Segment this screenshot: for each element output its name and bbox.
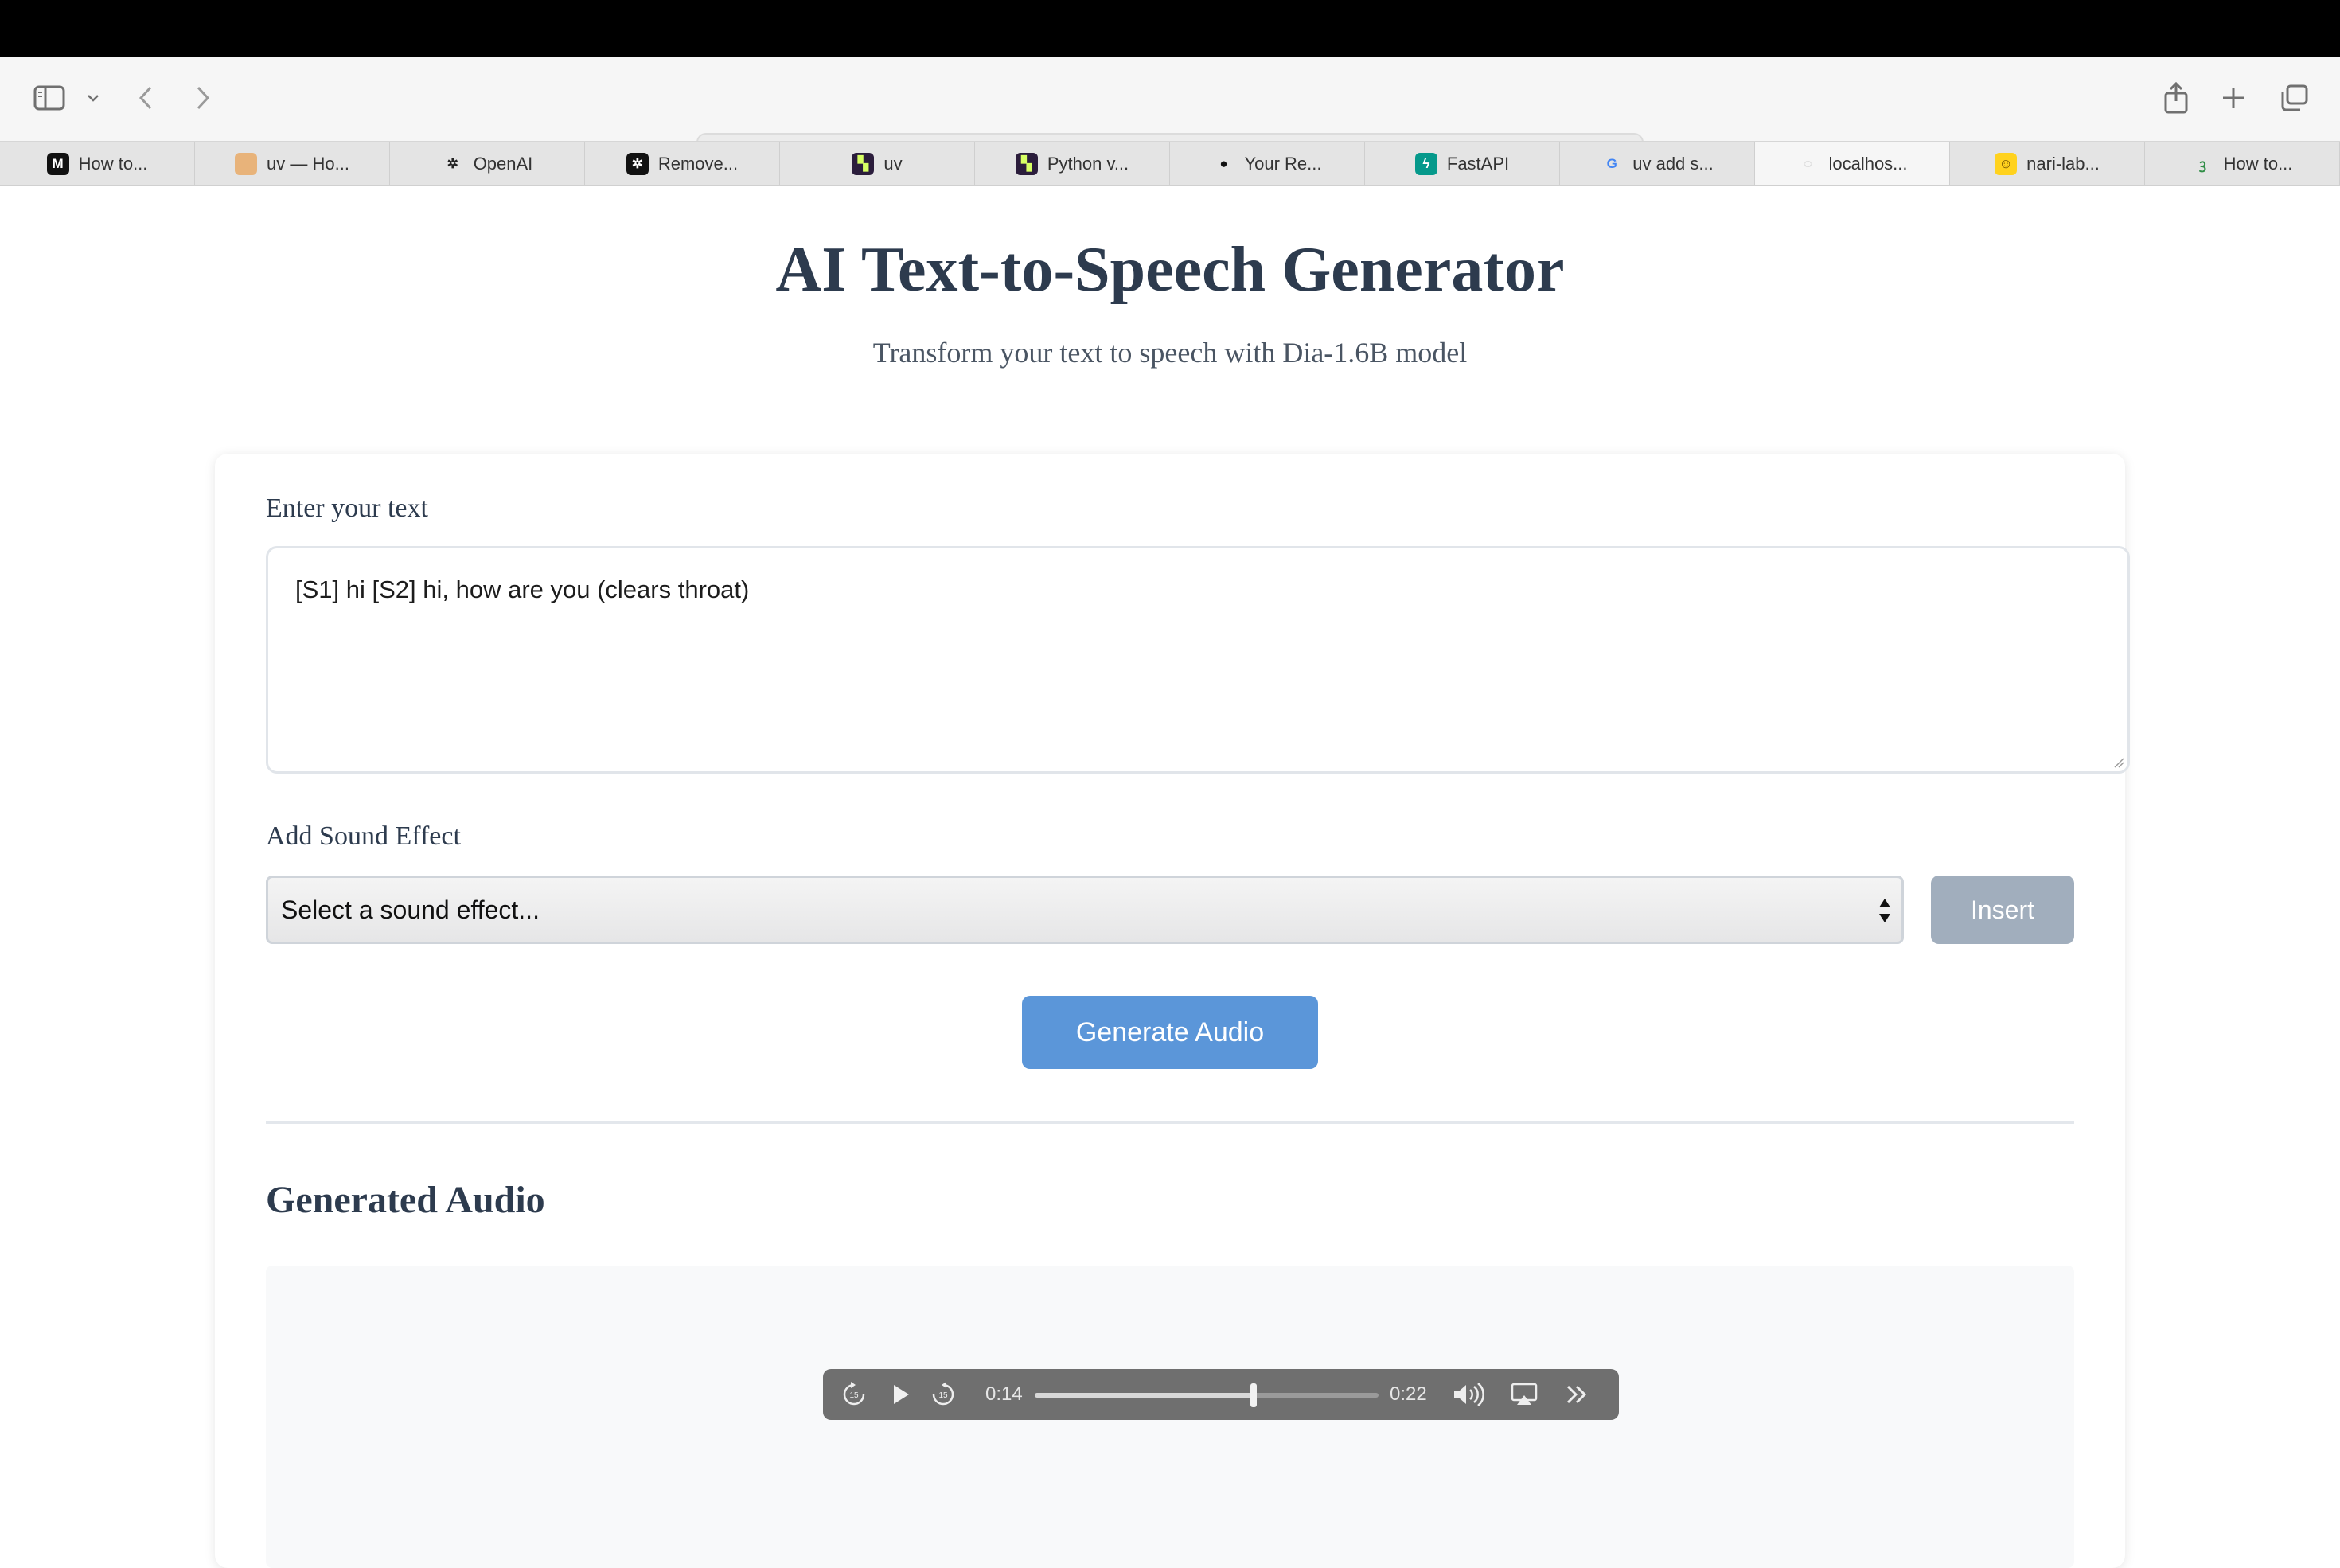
browser-tab[interactable]: uv — Ho... <box>195 142 390 185</box>
generated-audio-heading: Generated Audio <box>266 1179 545 1221</box>
audio-output-panel: 15 15 0:14 0:22 <box>266 1266 2074 1568</box>
browser-tab[interactable]: M How to... <box>0 142 195 185</box>
browser-tab-label: localhos... <box>1828 153 1908 174</box>
svg-text:15: 15 <box>938 1391 948 1400</box>
svg-text:15: 15 <box>849 1391 859 1400</box>
play-icon[interactable] <box>887 1381 914 1408</box>
openai-dark-icon: ✲ <box>626 152 649 175</box>
browser-tab-label: Python v... <box>1047 153 1129 174</box>
browser-tab-label: uv add s... <box>1632 153 1714 174</box>
browser-tab[interactable]: ▚ Python v... <box>975 142 1170 185</box>
browser-tab[interactable]: ✲ OpenAI <box>390 142 585 185</box>
browser-tab[interactable]: Guv add s... <box>1560 142 1755 185</box>
skip-back-15-icon[interactable]: 15 <box>840 1381 868 1408</box>
google-icon: G <box>1601 152 1624 175</box>
page-title: AI Text-to-Speech Generator <box>775 235 1565 305</box>
browser-tab[interactable]: ϟ FastAPI <box>1365 142 1560 185</box>
openai-icon: ✲ <box>441 152 464 175</box>
skip-forward-15-icon[interactable]: 15 <box>930 1381 957 1408</box>
browser-tab-label: How to... <box>2223 153 2293 174</box>
huggingface-icon: ☺ <box>1995 152 2018 175</box>
page-subtitle: Transform your text to speech with Dia-1… <box>872 337 1468 369</box>
airplay-icon[interactable] <box>1511 1381 1538 1408</box>
resize-handle-icon[interactable] <box>2112 755 2124 768</box>
astral-icon: ▚ <box>1015 152 1038 175</box>
browser-tab[interactable]: ● Your Re... <box>1170 142 1365 185</box>
astral-icon: ▚ <box>852 152 875 175</box>
browser-tab[interactable]: ▚ uv <box>780 142 975 185</box>
chevron-down-icon[interactable] <box>83 77 103 119</box>
text-input[interactable]: [S1] hi [S2] hi, how are you (clears thr… <box>266 546 2130 774</box>
section-divider <box>266 1121 2074 1124</box>
browser-tab-label: Your Re... <box>1244 153 1322 174</box>
insert-button[interactable]: Insert <box>1931 876 2074 944</box>
seek-bar-progress <box>1035 1393 1254 1398</box>
browser-tab[interactable]: ꝫ How to... <box>2145 142 2340 185</box>
select-arrows-icon <box>1879 899 1890 922</box>
duration: 0:22 <box>1390 1383 1427 1405</box>
browser-tab[interactable]: ◌ localhos... <box>1755 142 1950 185</box>
forward-icon[interactable] <box>191 77 215 119</box>
browser-tab-label: FastAPI <box>1446 153 1510 174</box>
browser-tab-label: OpenAI <box>473 153 533 174</box>
more-options-icon[interactable] <box>1563 1381 1590 1408</box>
browser-tab[interactable]: ✲ Remove... <box>585 142 780 185</box>
text-input-label: Enter your text <box>266 493 428 523</box>
browser-tab-label: uv <box>883 153 903 174</box>
medium-icon: M <box>46 152 69 175</box>
current-time: 0:14 <box>985 1383 1023 1405</box>
browser-toolbar: localhost <box>0 57 2340 177</box>
jar-icon <box>235 152 258 175</box>
fastapi-icon: ϟ <box>1414 152 1437 175</box>
audio-player[interactable]: 15 15 0:14 0:22 <box>823 1369 1619 1420</box>
globe-icon: ◌ <box>1796 152 1819 175</box>
browser-tab-label: Remove... <box>657 153 739 174</box>
sound-effect-label: Add Sound Effect <box>266 821 461 851</box>
sound-effect-selected: Select a sound effect... <box>281 895 540 924</box>
sidebar-toggle-icon[interactable] <box>30 77 68 119</box>
generate-audio-button[interactable]: Generate Audio <box>1022 996 1318 1069</box>
sound-effect-select[interactable]: Select a sound effect... <box>266 876 1904 944</box>
browser-tab[interactable]: ☺ nari-lab... <box>1950 142 2145 185</box>
tab-overview-icon[interactable] <box>2278 77 2310 119</box>
system-menu-bar <box>0 0 2340 57</box>
page-content: AI Text-to-Speech Generator Transform yo… <box>0 186 2340 1568</box>
new-tab-icon[interactable] <box>2217 77 2249 119</box>
text-input-value: [S1] hi [S2] hi, how are you (clears thr… <box>295 575 750 603</box>
generator-card: Enter your text [S1] hi [S2] hi, how are… <box>215 454 2130 1568</box>
geeksforgeeks-icon: ꝫ <box>2191 152 2214 175</box>
share-icon[interactable] <box>2160 77 2192 119</box>
tab-bar: M How to... uv — Ho... ✲ OpenAI ✲ Remove... ▚ uv… <box>0 141 2340 186</box>
back-icon[interactable] <box>134 77 158 119</box>
github-icon: ● <box>1212 152 1235 175</box>
seek-bar[interactable] <box>1035 1383 1379 1407</box>
browser-tab-label: How to... <box>78 153 148 174</box>
browser-tab-label: uv — Ho... <box>267 153 349 174</box>
volume-icon[interactable] <box>1452 1381 1488 1408</box>
browser-tab-label: nari-lab... <box>2026 153 2100 174</box>
seek-bar-thumb[interactable] <box>1250 1383 1257 1407</box>
